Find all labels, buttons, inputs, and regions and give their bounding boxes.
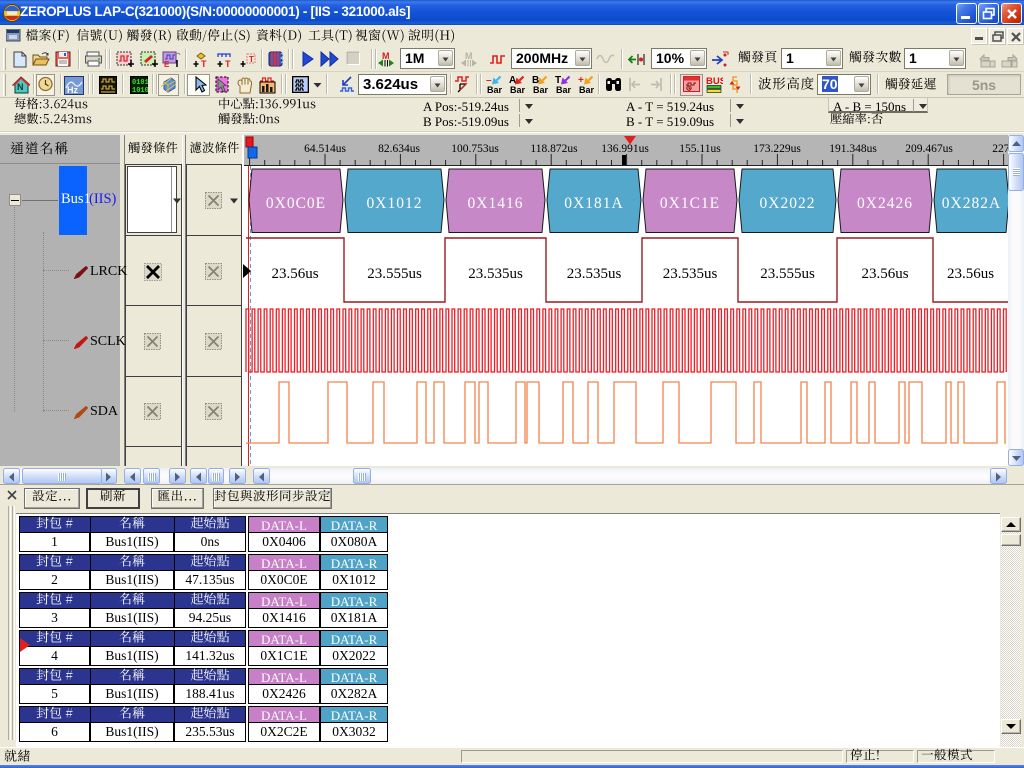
svg-text:1010: 1010 <box>132 87 148 94</box>
svg-text:23.56us: 23.56us <box>861 266 908 282</box>
svg-text:209.467us: 209.467us <box>905 143 953 155</box>
svg-text:23.535us: 23.535us <box>567 266 622 282</box>
svg-text:Bar: Bar <box>579 85 594 95</box>
svg-text:T: T <box>249 55 254 64</box>
svg-text:Bar: Bar <box>487 85 502 95</box>
svg-text:23.56us: 23.56us <box>947 266 994 282</box>
svg-text:0X282A: 0X282A <box>942 195 1001 212</box>
svg-text:173.229us: 173.229us <box>753 143 801 155</box>
svg-text:0X181A: 0X181A <box>564 195 623 212</box>
svg-text:64.514us: 64.514us <box>304 143 346 155</box>
svg-text:M: M <box>382 51 390 61</box>
svg-text:N: N <box>17 82 24 92</box>
svg-text:191.348us: 191.348us <box>829 143 877 155</box>
svg-text:T: T <box>201 59 207 68</box>
svg-text:M: M <box>465 51 473 61</box>
svg-text:T: T <box>225 59 231 68</box>
svg-text:0X2426: 0X2426 <box>857 195 913 212</box>
svg-text:23.56us: 23.56us <box>271 266 318 282</box>
svg-text:0X1416: 0X1416 <box>468 195 524 212</box>
svg-text:Hz: Hz <box>67 85 78 95</box>
svg-text:Bar: Bar <box>556 85 571 95</box>
svg-text:23.535us: 23.535us <box>468 266 523 282</box>
svg-text:82.634us: 82.634us <box>378 143 420 155</box>
svg-text:0X0C0E: 0X0C0E <box>266 195 326 212</box>
svg-text:100.753us: 100.753us <box>451 143 499 155</box>
svg-text:136.991us: 136.991us <box>601 143 649 155</box>
svg-text:227.58: 227.58 <box>992 143 1008 155</box>
svg-text:Bar: Bar <box>533 85 548 95</box>
svg-text:0101: 0101 <box>132 79 148 87</box>
svg-text:0X2022: 0X2022 <box>760 195 816 212</box>
svg-text:118.872us: 118.872us <box>530 143 578 155</box>
svg-text:Bar: Bar <box>510 85 525 95</box>
svg-text:155.11us: 155.11us <box>679 143 721 155</box>
svg-text:0X1012: 0X1012 <box>367 195 423 212</box>
svg-text:E: E <box>164 60 170 68</box>
svg-text:23.535us: 23.535us <box>663 266 718 282</box>
svg-text:0X1C1E: 0X1C1E <box>660 195 720 212</box>
svg-text:23.555us: 23.555us <box>760 266 815 282</box>
svg-text:23.555us: 23.555us <box>367 266 422 282</box>
